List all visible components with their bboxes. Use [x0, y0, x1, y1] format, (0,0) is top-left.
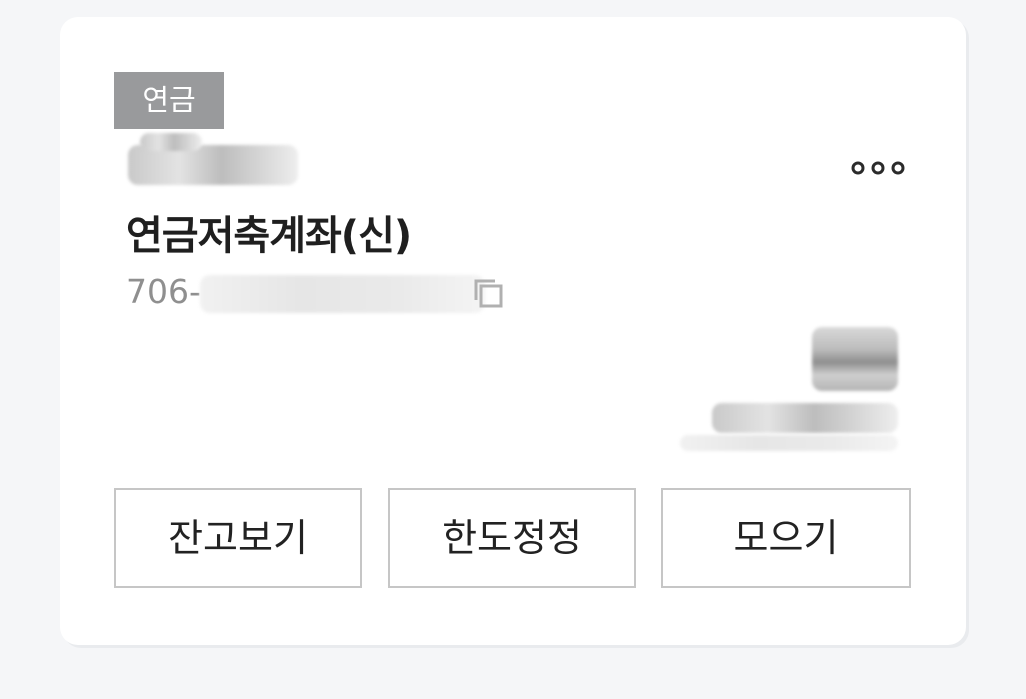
rate-masked-part	[680, 435, 898, 451]
more-options-icon[interactable]	[848, 155, 908, 181]
account-number: 706-	[126, 272, 201, 311]
account-number-masked	[200, 275, 485, 313]
view-balance-button[interactable]: 잔고보기	[114, 488, 362, 588]
copy-icon[interactable]	[472, 277, 506, 311]
rate-masked	[712, 403, 898, 433]
save-button[interactable]: 모으기	[661, 488, 911, 588]
account-alias-masked-part	[140, 133, 202, 151]
account-name: 연금저축계좌(신)	[126, 213, 412, 259]
account-type-badge: 연금	[114, 72, 224, 129]
account-alias-masked	[128, 145, 298, 185]
balance-masked	[812, 327, 898, 391]
adjust-limit-button[interactable]: 한도정정	[388, 488, 636, 588]
pension-account-card: 연금 연금저축계좌(신) 706- 잔고보기 한도정정 모으기	[60, 17, 966, 645]
